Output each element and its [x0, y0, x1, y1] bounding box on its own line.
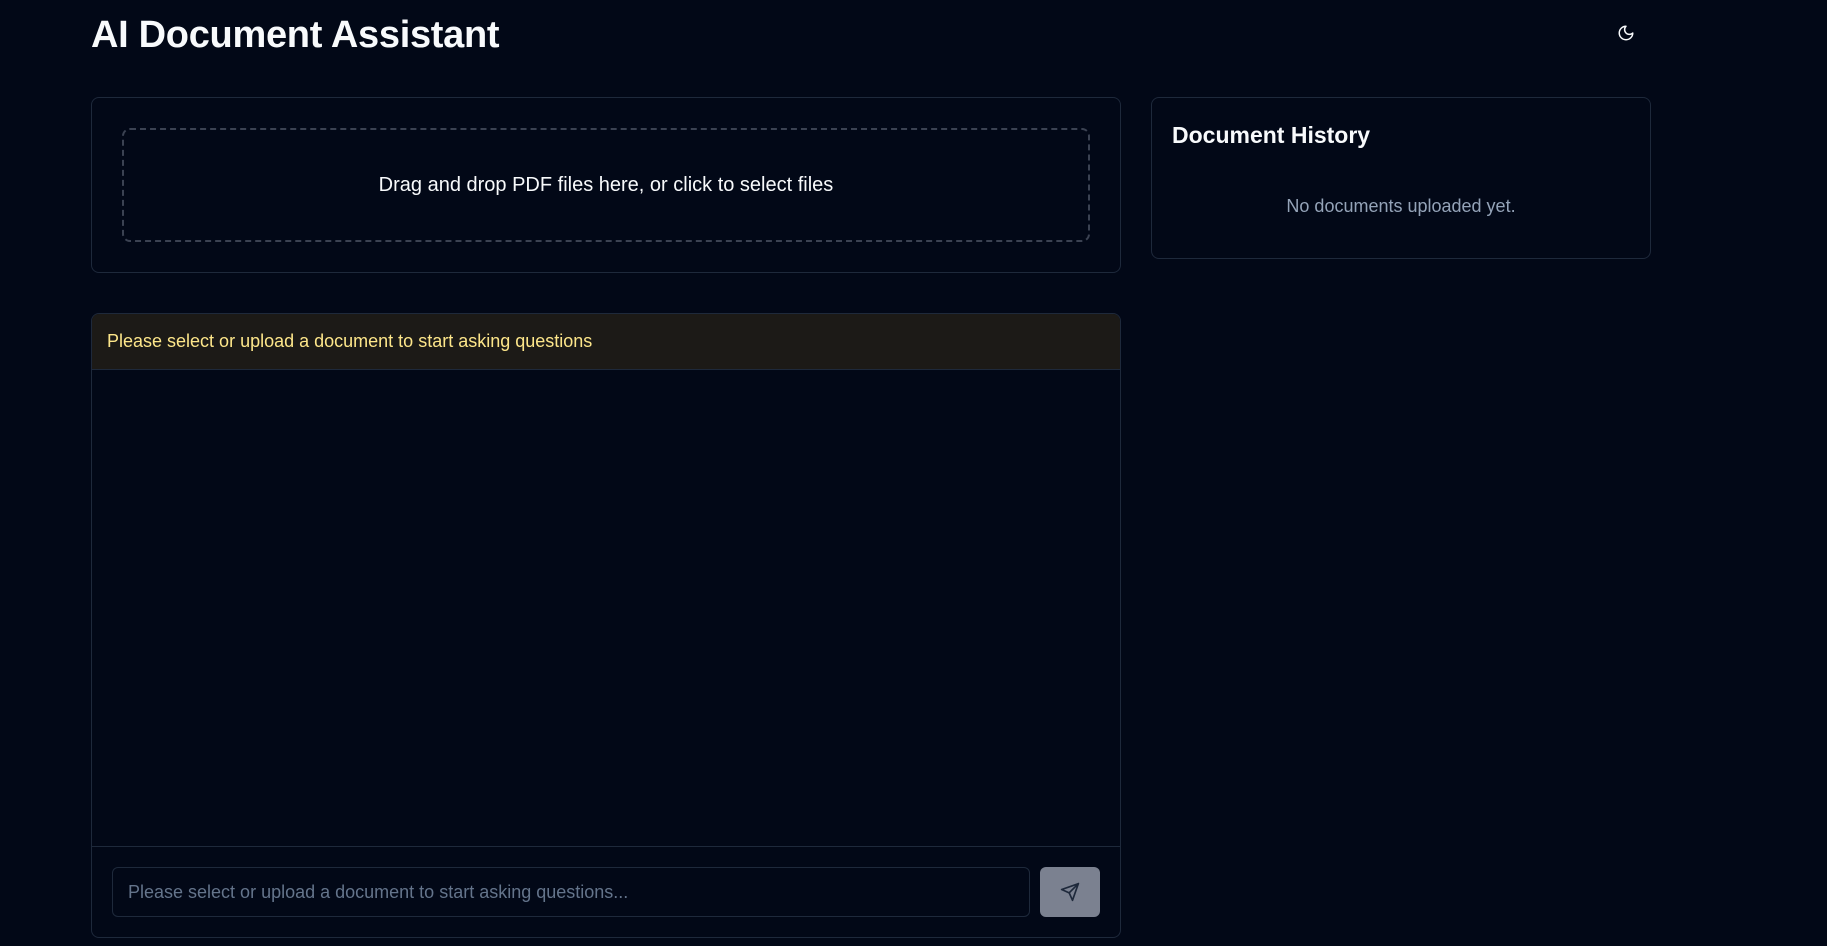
- document-history-card: Document History No documents uploaded y…: [1151, 97, 1651, 259]
- moon-icon: [1617, 24, 1635, 42]
- upload-card: Drag and drop PDF files here, or click t…: [91, 97, 1121, 273]
- chat-messages-area[interactable]: [92, 370, 1120, 846]
- chat-card: Please select or upload a document to st…: [91, 313, 1121, 938]
- send-button[interactable]: [1040, 867, 1100, 917]
- app-page: AI Document Assistant Drag and drop PDF …: [0, 0, 1827, 946]
- chat-input-bar: [92, 846, 1120, 937]
- dropzone-text: Drag and drop PDF files here, or click t…: [378, 173, 834, 196]
- theme-toggle-button[interactable]: [1606, 14, 1646, 52]
- chat-warning-text: Please select or upload a document to st…: [107, 331, 593, 351]
- send-icon: [1060, 882, 1080, 902]
- document-history-empty-message: No documents uploaded yet.: [1286, 196, 1516, 216]
- chat-warning-banner: Please select or upload a document to st…: [92, 314, 1120, 370]
- pdf-dropzone[interactable]: Drag and drop PDF files here, or click t…: [122, 128, 1090, 242]
- page-title: AI Document Assistant: [91, 14, 500, 56]
- document-history-title: Document History: [1172, 122, 1371, 148]
- question-input[interactable]: [112, 867, 1030, 917]
